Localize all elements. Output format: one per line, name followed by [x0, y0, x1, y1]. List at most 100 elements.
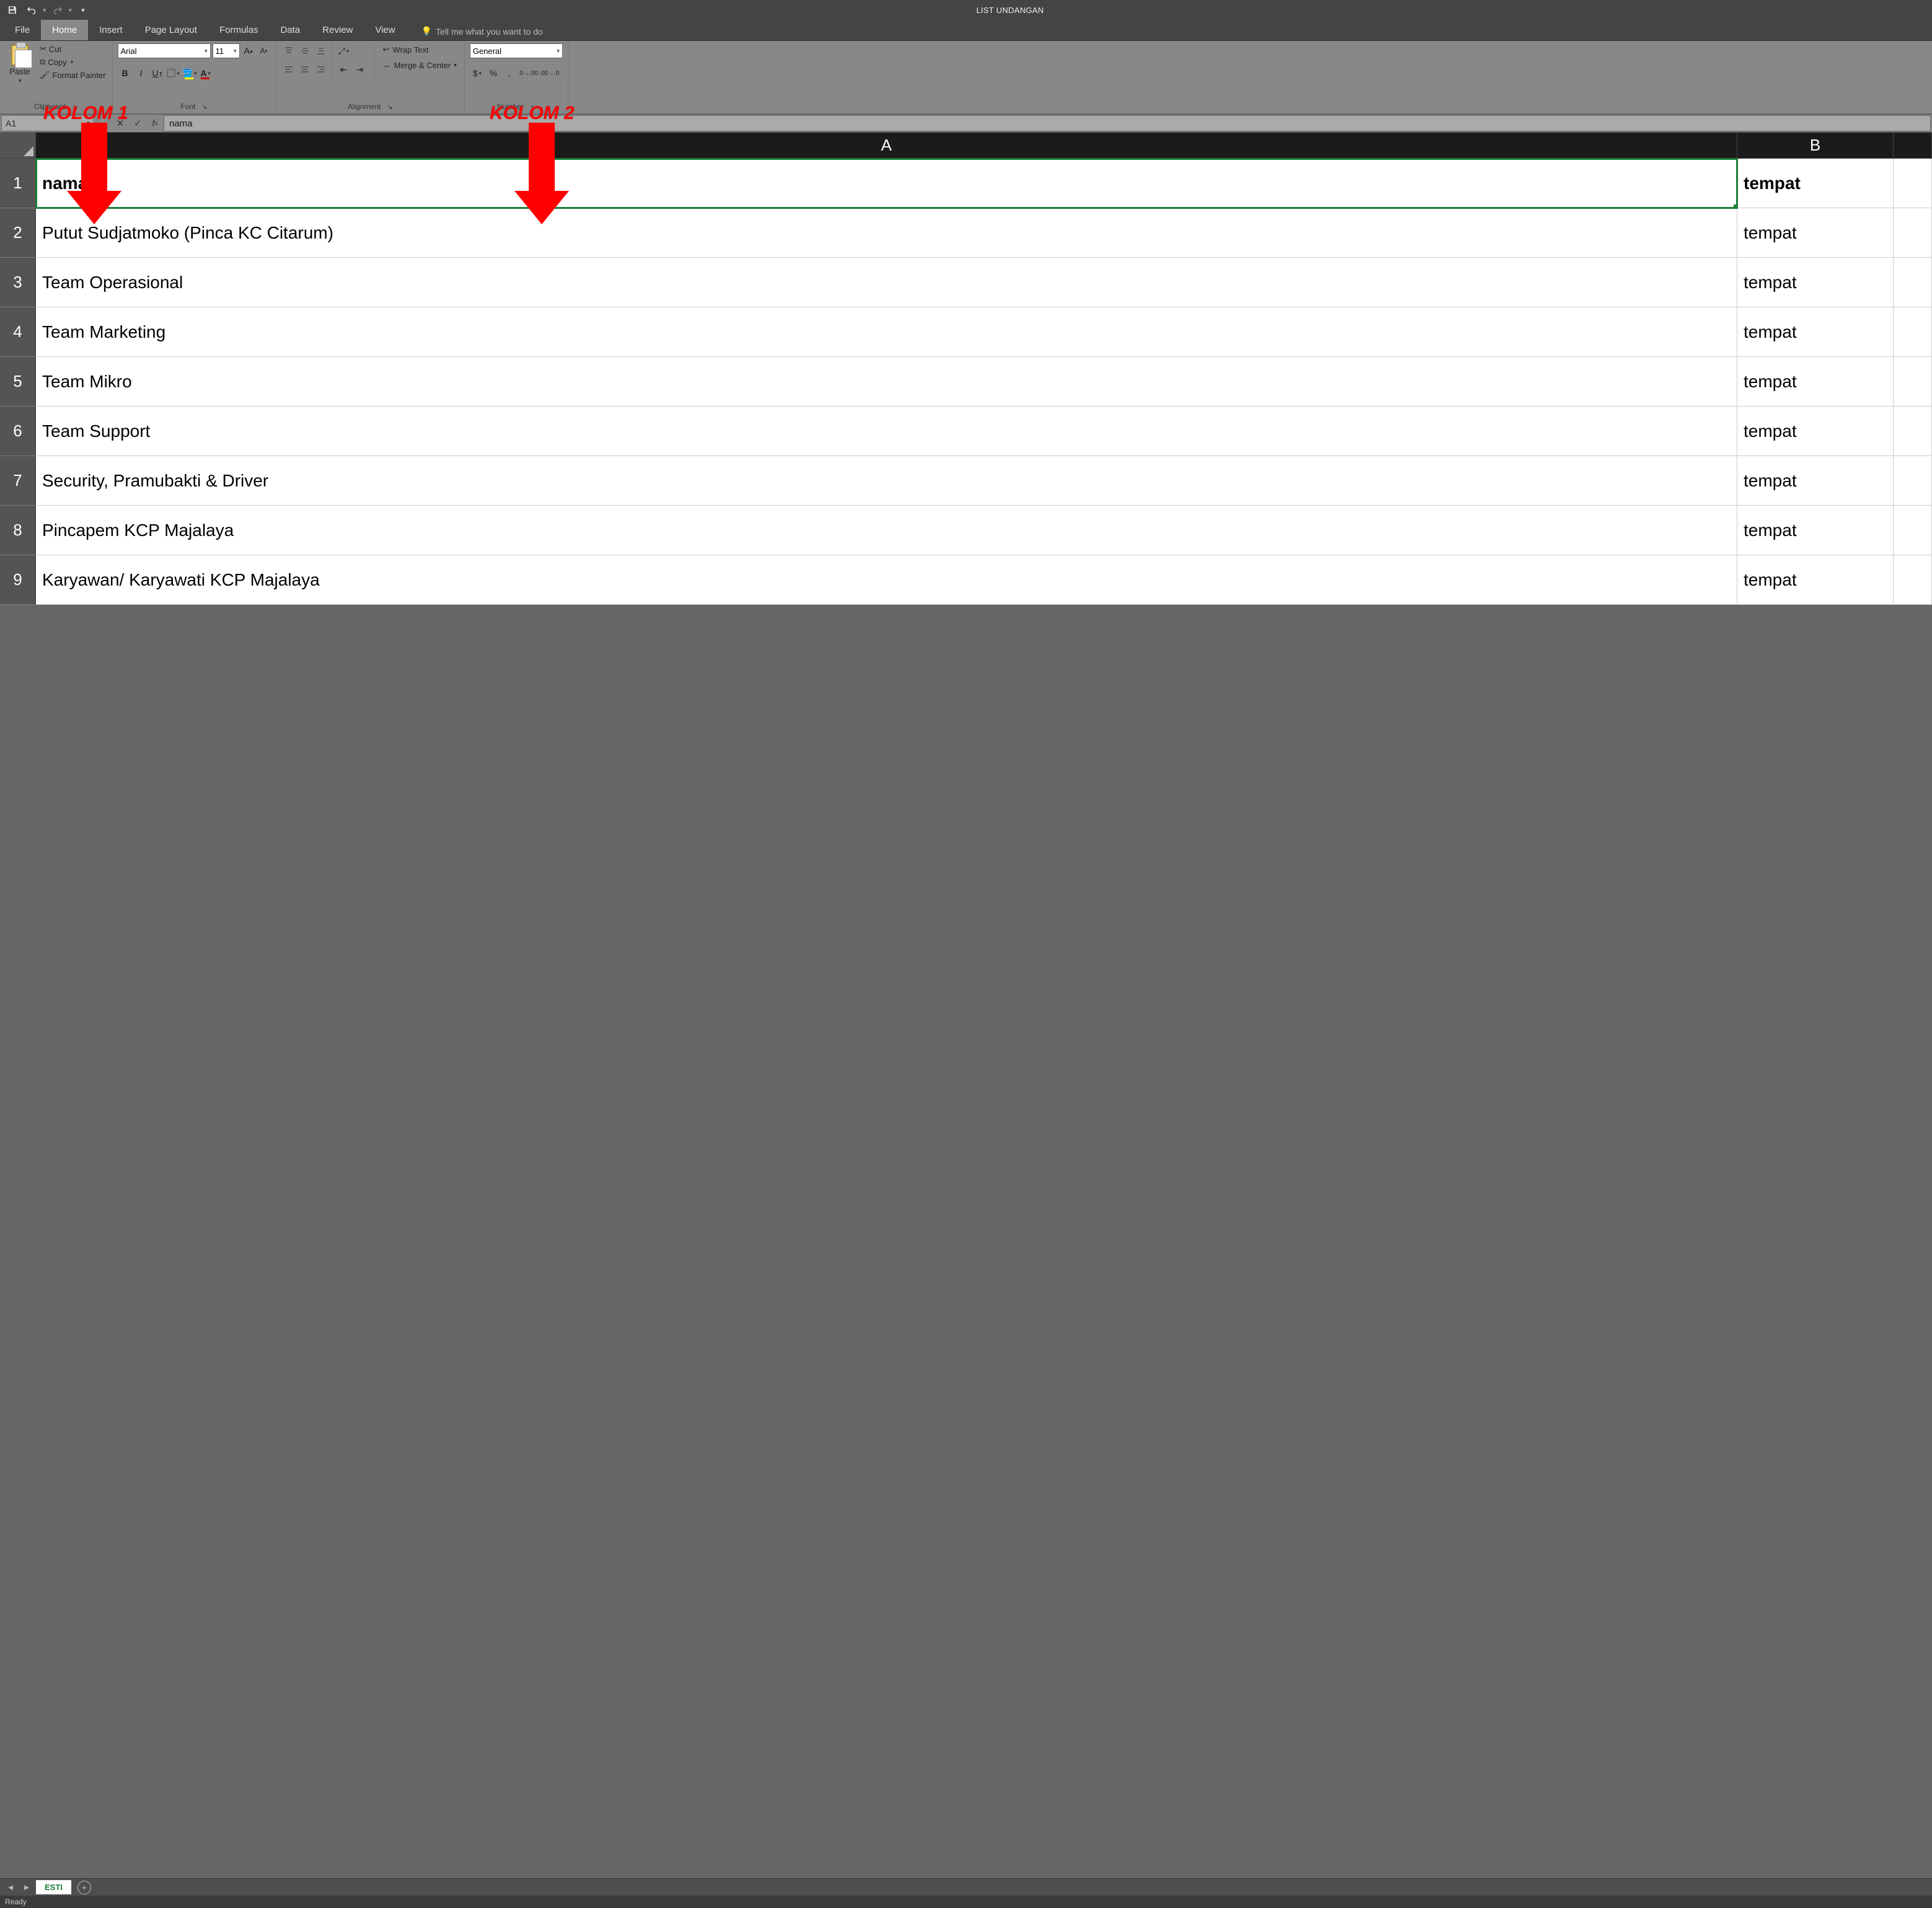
- cell[interactable]: Team Mikro: [36, 357, 1737, 407]
- insert-function-button[interactable]: fx: [146, 115, 164, 131]
- fill-color-button[interactable]: 🪣 ▾: [182, 66, 197, 81]
- cell[interactable]: [1894, 407, 1932, 456]
- cell[interactable]: nama: [36, 159, 1737, 208]
- chevron-down-icon[interactable]: ▾: [202, 48, 208, 55]
- cut-button[interactable]: ✂ Cut: [38, 43, 107, 55]
- sheet-tab-active[interactable]: ESTI: [36, 1880, 71, 1894]
- add-sheet-button[interactable]: +: [77, 1881, 91, 1894]
- decrease-indent-button[interactable]: ⇤: [337, 62, 351, 77]
- row-header[interactable]: 2: [0, 208, 36, 258]
- cell[interactable]: tempat: [1737, 307, 1894, 357]
- enter-formula-button[interactable]: ✓: [129, 115, 146, 131]
- sheet-nav-prev[interactable]: ◄: [4, 1881, 17, 1894]
- cancel-formula-button[interactable]: ✕: [112, 115, 129, 131]
- number-launcher-icon[interactable]: ↘: [530, 103, 536, 111]
- cell[interactable]: tempat: [1737, 407, 1894, 456]
- formula-input[interactable]: nama: [164, 115, 1931, 131]
- row-header[interactable]: 5: [0, 357, 36, 407]
- cell[interactable]: [1894, 307, 1932, 357]
- chevron-down-icon[interactable]: ▾: [87, 120, 90, 127]
- formula-bar-resize[interactable]: ⋮: [94, 117, 112, 130]
- cell[interactable]: tempat: [1737, 159, 1894, 208]
- column-header-A[interactable]: A: [36, 133, 1737, 159]
- chevron-down-icon[interactable]: ▾: [554, 48, 560, 55]
- chevron-down-icon[interactable]: ▾: [231, 48, 237, 55]
- row-header[interactable]: 9: [0, 555, 36, 605]
- cell[interactable]: Team Marketing: [36, 307, 1737, 357]
- cell[interactable]: tempat: [1737, 357, 1894, 407]
- borders-button[interactable]: ▾: [166, 66, 181, 81]
- bold-button[interactable]: B: [118, 66, 133, 81]
- number-format-combobox[interactable]: General ▾: [470, 43, 563, 58]
- row-header[interactable]: 1: [0, 159, 36, 208]
- tab-review[interactable]: Review: [311, 20, 364, 40]
- decrease-font-size-button[interactable]: A▾: [257, 44, 271, 58]
- tab-file[interactable]: File: [4, 20, 41, 40]
- copy-button[interactable]: ⧉ Copy ▾: [38, 56, 107, 68]
- accounting-format-button[interactable]: $▾: [470, 66, 485, 81]
- cell[interactable]: [1894, 357, 1932, 407]
- clipboard-launcher-icon[interactable]: ↘: [72, 103, 77, 111]
- cell[interactable]: tempat: [1737, 258, 1894, 307]
- increase-font-size-button[interactable]: A▴: [242, 44, 255, 58]
- tab-home[interactable]: Home: [41, 20, 88, 40]
- cell[interactable]: Putut Sudjatmoko (Pinca KC Citarum): [36, 208, 1737, 258]
- align-top-button[interactable]: [281, 43, 296, 58]
- align-left-button[interactable]: [281, 62, 296, 77]
- merge-center-button[interactable]: ⇔ Merge & Center ▾: [381, 59, 459, 71]
- alignment-launcher-icon[interactable]: ↘: [387, 103, 392, 111]
- align-right-button[interactable]: [314, 62, 329, 77]
- row-header[interactable]: 7: [0, 456, 36, 506]
- font-color-button[interactable]: A ▾: [198, 66, 213, 81]
- name-box[interactable]: A1 ▾: [1, 115, 94, 131]
- align-middle-button[interactable]: [298, 43, 312, 58]
- row-header[interactable]: 3: [0, 258, 36, 307]
- cell[interactable]: tempat: [1737, 555, 1894, 605]
- tab-insert[interactable]: Insert: [88, 20, 134, 40]
- row-header[interactable]: 6: [0, 407, 36, 456]
- row-header[interactable]: 8: [0, 506, 36, 555]
- undo-button[interactable]: [23, 2, 40, 18]
- align-center-button[interactable]: [298, 62, 312, 77]
- cell[interactable]: [1894, 555, 1932, 605]
- cell[interactable]: [1894, 506, 1932, 555]
- cell[interactable]: [1894, 258, 1932, 307]
- comma-style-button[interactable]: ,: [502, 66, 517, 81]
- cell[interactable]: Security, Pramubakti & Driver: [36, 456, 1737, 506]
- select-all-corner[interactable]: [0, 133, 36, 159]
- font-launcher-icon[interactable]: ↘: [201, 103, 207, 111]
- cell[interactable]: Team Support: [36, 407, 1737, 456]
- cell[interactable]: Team Operasional: [36, 258, 1737, 307]
- row-header[interactable]: 4: [0, 307, 36, 357]
- increase-indent-button[interactable]: ⇥: [353, 62, 368, 77]
- font-name-combobox[interactable]: Arial ▾: [118, 43, 211, 58]
- column-header-C[interactable]: [1894, 133, 1932, 159]
- grid[interactable]: A B 1 nama tempat 2 Putut Sudjatmoko (Pi…: [0, 133, 1932, 1878]
- cell[interactable]: [1894, 159, 1932, 208]
- sheet-nav-next[interactable]: ►: [20, 1881, 33, 1894]
- cell[interactable]: tempat: [1737, 208, 1894, 258]
- format-painter-button[interactable]: 🖌 Format Painter: [38, 69, 107, 81]
- font-size-combobox[interactable]: 11 ▾: [213, 43, 240, 58]
- tab-page-layout[interactable]: Page Layout: [134, 20, 208, 40]
- decrease-decimal-button[interactable]: .00→.0: [539, 66, 559, 81]
- qat-customize[interactable]: ▾: [74, 2, 92, 18]
- cell[interactable]: tempat: [1737, 456, 1894, 506]
- wrap-text-button[interactable]: ↩ Wrap Text: [381, 43, 459, 56]
- cell[interactable]: tempat: [1737, 506, 1894, 555]
- tab-formulas[interactable]: Formulas: [208, 20, 270, 40]
- tell-me-search[interactable]: 💡 Tell me what you want to do: [415, 22, 549, 40]
- redo-button[interactable]: [49, 2, 66, 18]
- tab-view[interactable]: View: [364, 20, 406, 40]
- orientation-button[interactable]: ⤢▾: [337, 43, 351, 58]
- paste-button[interactable]: Paste ▾: [5, 43, 35, 84]
- percent-button[interactable]: %: [486, 66, 501, 81]
- underline-button[interactable]: U▾: [150, 66, 165, 81]
- column-header-B[interactable]: B: [1737, 133, 1894, 159]
- align-bottom-button[interactable]: [314, 43, 329, 58]
- cell[interactable]: [1894, 208, 1932, 258]
- tab-data[interactable]: Data: [269, 20, 311, 40]
- save-icon[interactable]: [4, 2, 21, 18]
- increase-decimal-button[interactable]: .0→.00: [518, 66, 538, 81]
- italic-button[interactable]: I: [134, 66, 149, 81]
